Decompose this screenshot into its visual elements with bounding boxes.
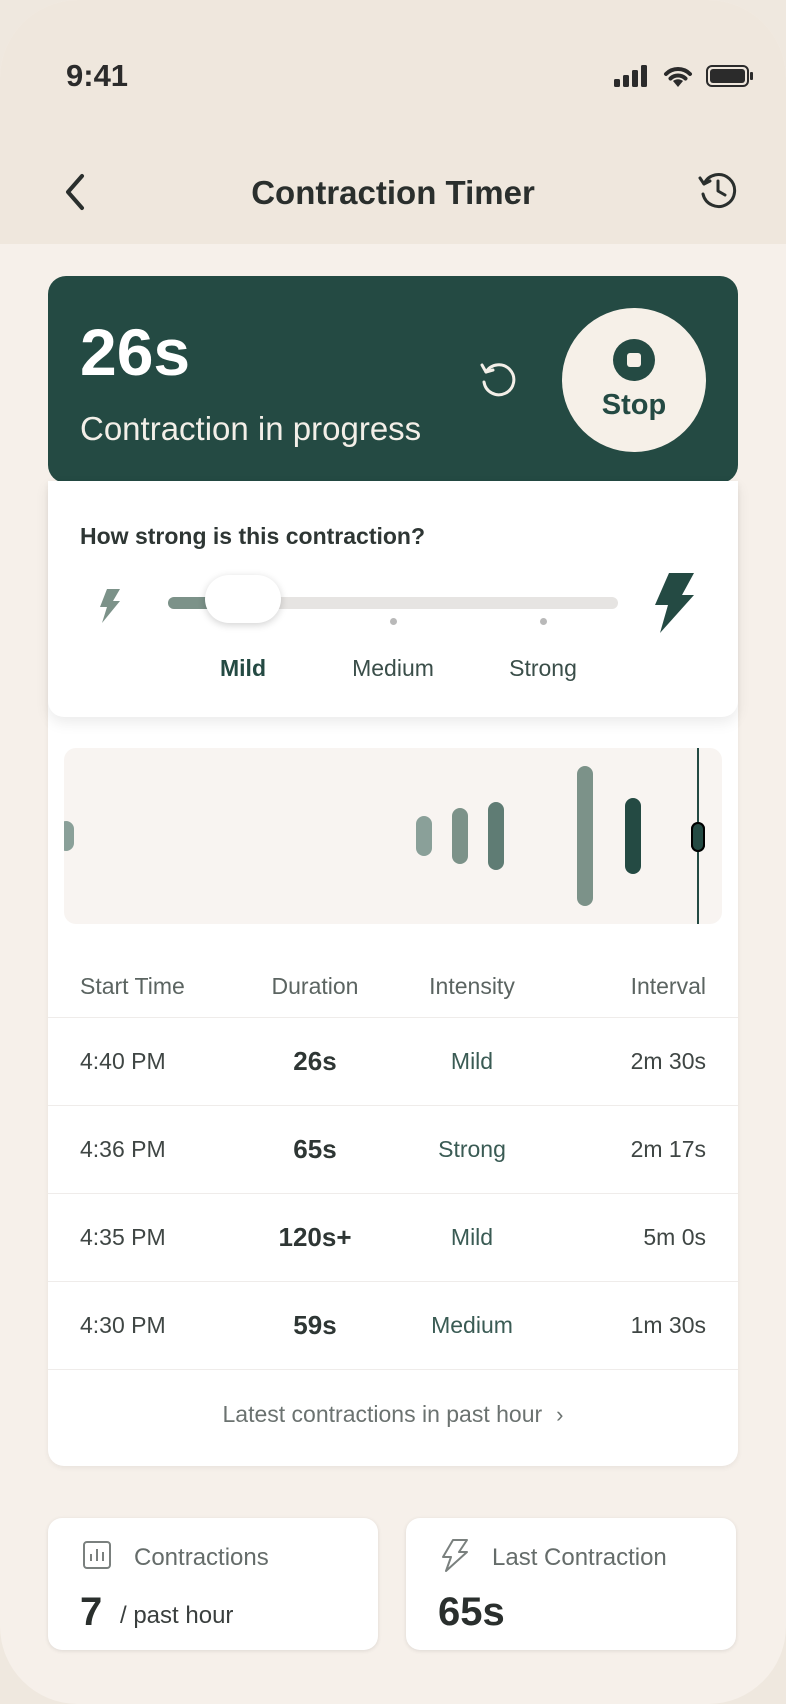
last-contraction-value: 65s [438, 1590, 505, 1634]
row-start-time: 4:35 PM [80, 1224, 166, 1250]
row-start-time: 4:36 PM [80, 1136, 166, 1162]
slider-thumb[interactable] [205, 575, 281, 623]
last-contraction-label: Last Contraction [492, 1544, 667, 1571]
table-header: Start Time Duration Intensity Interval [80, 973, 706, 1003]
contraction-timeline [64, 748, 722, 924]
row-start-time: 4:30 PM [80, 1312, 166, 1338]
intensity-slider[interactable] [168, 575, 618, 623]
mild-bolt-icon [100, 589, 120, 623]
header-start-time: Start Time [80, 973, 185, 999]
timeline-bar [416, 816, 432, 856]
row-divider [48, 1369, 738, 1371]
row-start-time: 4:40 PM [80, 1048, 166, 1074]
slider-stop-medium [390, 618, 397, 625]
strong-bolt-icon [655, 573, 694, 633]
timer-card: 26s Contraction in progress Stop [48, 276, 738, 483]
contractions-stat-card[interactable]: Contractions 7 / past hour [48, 1518, 378, 1650]
header-duration: Duration [271, 973, 359, 999]
timeline-bar [452, 808, 468, 864]
elapsed-time: 26s [80, 315, 191, 389]
timeline-current-bar [691, 822, 705, 852]
stop-button[interactable]: Stop [562, 308, 706, 452]
timeline-bar [488, 802, 504, 870]
row-duration: 59s [293, 1310, 337, 1340]
history-icon[interactable] [698, 170, 738, 210]
table-row[interactable]: 4:35 PM 120s+ Mild 5m 0s [48, 1193, 738, 1282]
past-hour-link[interactable]: Latest contractions in past hour › [48, 1401, 738, 1428]
row-interval: 1m 30s [630, 1312, 706, 1338]
chart-icon [83, 1541, 111, 1569]
phone-screen: 9:41 Contraction Timer 26s Contraction i… [0, 0, 786, 1704]
contractions-count: 7 [80, 1590, 103, 1634]
reset-icon[interactable] [476, 358, 520, 402]
last-contraction-card[interactable]: Last Contraction 65s [406, 1518, 736, 1650]
status-icons [614, 64, 754, 88]
chevron-right-icon: › [556, 1402, 564, 1427]
intensity-question: How strong is this contraction? [80, 523, 426, 549]
row-intensity: Mild [450, 1048, 494, 1074]
intensity-section: How strong is this contraction? Mild Med… [48, 481, 738, 717]
table-row[interactable]: 4:30 PM 59s Medium 1m 30s [48, 1281, 738, 1370]
timeline-bar [64, 821, 74, 851]
timeline-bar [577, 766, 593, 906]
past-hour-link-label: Latest contractions in past hour [222, 1401, 543, 1427]
row-interval: 2m 17s [630, 1136, 706, 1162]
row-intensity: Strong [438, 1136, 506, 1162]
stop-icon [613, 338, 655, 381]
bolt-outline-icon [442, 1539, 468, 1572]
timeline-bar [625, 798, 641, 874]
status-time: 9:41 [66, 58, 129, 93]
row-intensity: Medium [431, 1312, 513, 1338]
row-duration: 65s [293, 1134, 337, 1164]
stop-label: Stop [601, 388, 667, 421]
level-strong[interactable]: Strong [509, 655, 577, 682]
contractions-unit: / past hour [120, 1602, 234, 1629]
slider-stop-strong [540, 618, 547, 625]
row-interval: 5m 0s [643, 1224, 706, 1250]
row-duration: 120s+ [278, 1222, 352, 1252]
wifi-icon [664, 67, 692, 87]
contractions-label: Contractions [134, 1544, 269, 1571]
header-intensity: Intensity [429, 973, 515, 999]
row-intensity: Mild [450, 1224, 494, 1250]
row-duration: 26s [293, 1046, 337, 1076]
table-row[interactable]: 4:36 PM 65s Strong 2m 17s [48, 1105, 738, 1194]
contractions-card: How strong is this contraction? Mild Med… [48, 481, 738, 1466]
header-interval: Interval [630, 973, 706, 999]
table-row[interactable]: 4:40 PM 26s Mild 2m 30s [48, 1017, 738, 1106]
level-medium[interactable]: Medium [352, 655, 434, 682]
battery-icon [706, 65, 753, 87]
timer-status: Contraction in progress [80, 410, 422, 447]
signal-icon [614, 65, 647, 87]
page-title: Contraction Timer [251, 174, 535, 211]
level-mild[interactable]: Mild [220, 655, 266, 682]
top-bar: 9:41 Contraction Timer [0, 0, 786, 244]
row-interval: 2m 30s [630, 1048, 706, 1074]
